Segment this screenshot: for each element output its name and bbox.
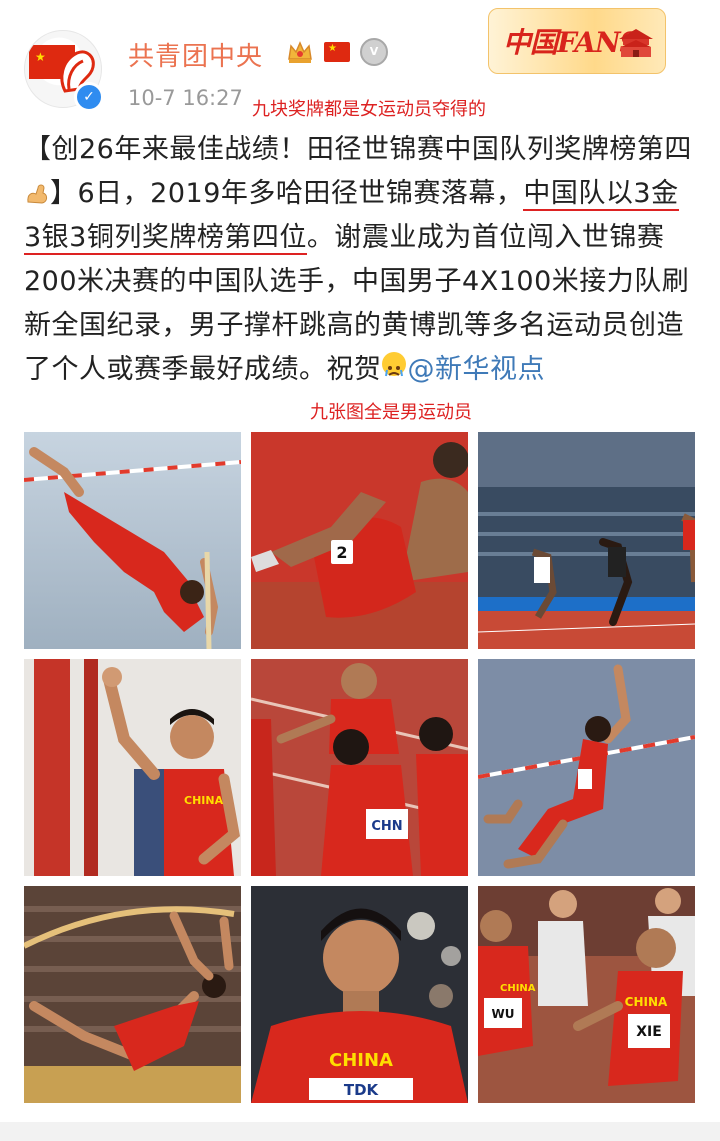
post-timestamp: 10-7 16:27: [128, 86, 243, 110]
crying-face-icon: [381, 352, 406, 377]
verified-icon: ✓: [74, 82, 104, 112]
photo-pole-vault-3[interactable]: [24, 886, 241, 1103]
photo-stadium-race[interactable]: [478, 432, 695, 649]
jersey-china-text-right: CHINA: [625, 995, 668, 1009]
photo-relay-team[interactable]: CHN: [251, 659, 468, 876]
bottom-divider: [0, 1122, 720, 1141]
photo-waving-athlete[interactable]: CHINA: [24, 659, 241, 876]
tiananmen-icon: [619, 29, 653, 57]
jersey-china-text: CHINA: [329, 1050, 393, 1071]
bib-chn: CHN: [371, 819, 402, 834]
bib-number: 2: [336, 543, 347, 562]
mention-link[interactable]: @新华视点: [408, 354, 546, 385]
medal-badge-icon: V: [360, 38, 388, 66]
post-text: 【创26年来最佳战绩！田径世锦赛中国队列奖牌榜第四 】6日，2019年多哈田径世…: [24, 128, 696, 392]
sponsor-text: TDK: [344, 1081, 380, 1099]
photo-pole-vault-2[interactable]: [478, 659, 695, 876]
photo-grid: 2 CHINA CHN CHINA TDK CHINA WU CHINA XIE: [24, 432, 696, 1103]
crown-badge-icon: [288, 41, 312, 63]
username[interactable]: 共青团中央: [128, 36, 263, 73]
badge-group: ★ V: [286, 38, 388, 66]
photo-pole-vault-1[interactable]: [24, 432, 241, 649]
jersey-china-text-left: CHINA: [500, 983, 536, 994]
post-text-mid: 】6日，2019年多哈田径世锦赛落幕，: [50, 178, 524, 209]
china-flag-badge-icon: ★: [324, 42, 350, 62]
svg-text:★: ★: [35, 50, 46, 64]
bib-wu: WU: [492, 1007, 515, 1021]
bib-xie: XIE: [636, 1024, 662, 1040]
photo-sprint-race[interactable]: CHINA WU CHINA XIE: [478, 886, 695, 1103]
annotation-mid: 九张图全是男运动员: [310, 402, 472, 423]
post-text-intro: 【创26年来最佳战绩！田径世锦赛中国队列奖牌榜第四: [24, 134, 692, 165]
flexed-arm-icon: [27, 184, 48, 204]
china-fans-logo: 中国FANS: [488, 8, 666, 74]
photo-sprinter-portrait[interactable]: CHINA TDK: [251, 886, 468, 1103]
jersey-text: CHINA: [184, 794, 224, 807]
photo-athletes-sitting[interactable]: 2: [251, 432, 468, 649]
annotation-top: 九块奖牌都是女运动员夺得的: [252, 99, 486, 120]
